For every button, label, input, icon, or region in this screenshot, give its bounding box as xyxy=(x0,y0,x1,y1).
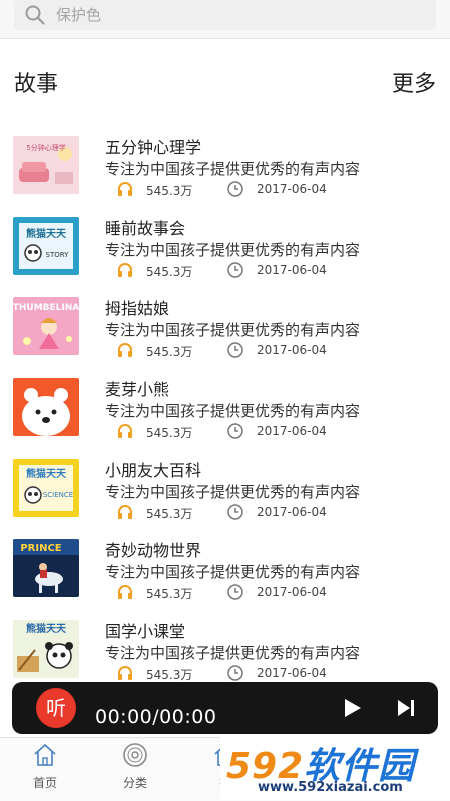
play-count: 545.3万 xyxy=(146,668,193,683)
player-logo[interactable]: 听 xyxy=(36,688,76,728)
item-title: 奇妙动物世界 xyxy=(105,541,202,561)
nav-home[interactable]: 首页 xyxy=(0,738,90,801)
headphone-icon xyxy=(118,585,132,600)
item-description: 专注为中国孩子提供更优秀的有声内容 xyxy=(105,321,361,340)
story-list: 5分钟心理学 五分钟心理学 专注为中国孩子提供更优秀的有声内容 545.3万 2… xyxy=(0,128,450,693)
album-cover: 熊猫天天 STORY xyxy=(13,216,79,275)
play-icon[interactable] xyxy=(340,696,364,720)
publish-date: 2017-06-04 xyxy=(257,182,327,196)
next-track-icon[interactable] xyxy=(395,697,417,719)
item-description: 专注为中国孩子提供更优秀的有声内容 xyxy=(105,644,361,663)
album-cover: PRINCE xyxy=(13,539,79,598)
search-input[interactable] xyxy=(56,0,416,30)
item-description: 专注为中国孩子提供更优秀的有声内容 xyxy=(105,240,361,259)
publish-date: 2017-06-04 xyxy=(257,666,327,681)
mini-player[interactable]: 听 00:00/00:00 xyxy=(12,682,438,734)
item-title: 五分钟心理学 xyxy=(105,138,202,157)
clock-icon xyxy=(227,342,243,359)
headphone-icon xyxy=(118,262,132,277)
clock-icon xyxy=(227,584,243,601)
item-description: 专注为中国孩子提供更优秀的有声内容 xyxy=(105,160,361,178)
item-title: 国学小课堂 xyxy=(105,622,186,642)
cover-text: STORY xyxy=(46,251,70,259)
clock-icon xyxy=(227,423,243,439)
item-title: 小朋友大百科 xyxy=(105,460,202,480)
list-item[interactable]: 熊猫天天 STORY 睡前故事会 专注为中国孩子提供更优秀的有声内容 545.3… xyxy=(0,209,450,290)
nav-label: 首页 xyxy=(32,776,57,790)
list-item[interactable]: 熊猫天天 国学小课堂 专注为中国孩子提供更优秀的有声内容 545.3万 2017… xyxy=(0,612,450,693)
item-title: 睡前故事会 xyxy=(105,218,186,238)
album-cover: 熊猫天天 xyxy=(13,620,79,679)
clock-icon xyxy=(227,181,243,197)
play-count: 545.3万 xyxy=(146,264,193,279)
play-count: 545.3万 xyxy=(146,587,193,602)
cover-text: PRINCE xyxy=(20,543,61,554)
list-item[interactable]: 5分钟心理学 五分钟心理学 专注为中国孩子提供更优秀的有声内容 545.3万 2… xyxy=(0,128,450,209)
clock-icon xyxy=(227,665,243,681)
section-title: 故事 xyxy=(14,72,59,97)
album-cover: 熊猫天天 SCIENCE xyxy=(13,458,79,517)
more-link[interactable]: 更多 xyxy=(392,66,436,98)
play-count: 545.3万 xyxy=(146,506,193,521)
watermark: 592软件园 www.592xiazai.com xyxy=(220,735,450,800)
item-title: 麦芽小熊 xyxy=(105,380,170,400)
nav-category[interactable]: 分类 xyxy=(90,738,180,801)
cover-text: 5分钟心理学 xyxy=(26,143,65,152)
headphone-icon xyxy=(118,666,132,681)
item-title: 拇指姑娘 xyxy=(105,299,170,319)
play-count: 545.3万 xyxy=(146,184,193,198)
play-count: 545.3万 xyxy=(146,426,193,441)
section-header: 故事 更多 xyxy=(0,62,450,102)
publish-date: 2017-06-04 xyxy=(257,504,327,519)
list-item[interactable]: THUMBELINA 拇指姑娘 专注为中国孩子提供更优秀的有声内容 545.3万… xyxy=(0,289,450,370)
album-cover xyxy=(13,378,79,437)
publish-date: 2017-06-04 xyxy=(257,343,327,358)
list-item[interactable]: PRINCE 奇妙动物世界 专注为中国孩子提供更优秀的有声内容 545.3万 2… xyxy=(0,531,450,612)
player-time: 00:00/00:00 xyxy=(95,706,217,728)
list-item[interactable]: 麦芽小熊 专注为中国孩子提供更优秀的有声内容 545.3万 2017-06-04 xyxy=(0,370,450,451)
item-description: 专注为中国孩子提供更优秀的有声内容 xyxy=(105,563,361,582)
cover-text: 熊猫天天 xyxy=(26,467,67,480)
cover-text: 熊猫天天 xyxy=(26,622,67,635)
headphone-icon xyxy=(118,182,132,196)
search-bar xyxy=(0,0,450,39)
album-cover: 5分钟心理学 xyxy=(13,136,79,194)
publish-date: 2017-06-04 xyxy=(257,262,327,277)
publish-date: 2017-06-04 xyxy=(257,585,327,600)
list-item[interactable]: 熊猫天天 SCIENCE 小朋友大百科 专注为中国孩子提供更优秀的有声内容 54… xyxy=(0,451,450,532)
disc-icon xyxy=(123,743,147,767)
publish-date: 2017-06-04 xyxy=(257,424,327,439)
album-cover: THUMBELINA xyxy=(13,297,79,356)
cover-text: SCIENCE xyxy=(43,491,73,499)
home-icon xyxy=(34,743,56,766)
headphone-icon xyxy=(118,343,132,358)
cover-text: THUMBELINA xyxy=(13,303,79,313)
headphone-icon xyxy=(118,504,132,519)
cover-text: 熊猫天天 xyxy=(26,227,67,240)
headphone-icon xyxy=(118,424,132,439)
search-box[interactable] xyxy=(14,0,436,30)
item-description: 专注为中国孩子提供更优秀的有声内容 xyxy=(105,402,361,421)
item-description: 专注为中国孩子提供更优秀的有声内容 xyxy=(105,482,361,501)
nav-label: 分类 xyxy=(122,776,147,790)
clock-icon xyxy=(227,504,243,520)
search-icon xyxy=(25,5,45,25)
clock-icon xyxy=(227,261,243,278)
play-count: 545.3万 xyxy=(146,345,193,360)
watermark-url: www.592xiazai.com xyxy=(258,780,403,795)
